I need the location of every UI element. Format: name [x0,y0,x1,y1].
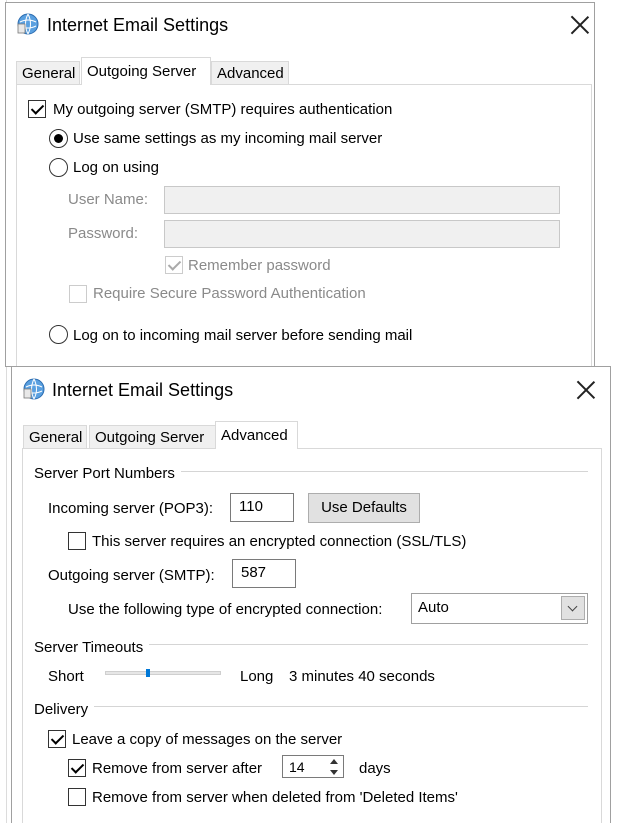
user-name-label: User Name: [68,191,149,208]
internet-email-settings-dialog-advanced: Internet Email Settings General Outgoing… [11,366,611,823]
smtp-auth-checkbox[interactable] [28,100,46,118]
leave-copy-checkbox[interactable] [48,730,66,748]
log-on-using-label: Log on using [73,159,159,176]
use-same-settings-label: Use same settings as my incoming mail se… [73,130,383,147]
user-name-input[interactable] [164,186,560,214]
tab-advanced[interactable]: Advanced [211,61,289,85]
timeout-slider-thumb[interactable] [146,669,150,677]
log-on-using-radio[interactable] [49,158,68,177]
delivery-heading: Delivery [34,701,95,718]
password-input[interactable] [164,220,560,248]
remove-after-checkbox[interactable] [68,759,86,777]
dialog-title: Internet Email Settings [52,380,234,400]
group-separator [173,471,588,472]
incoming-server-label: Incoming server (POP3): [48,500,214,517]
tab-outgoing-server[interactable]: Outgoing Server [81,57,211,85]
require-spa-checkbox[interactable] [69,285,87,303]
timeout-value: 3 minutes 40 seconds [289,668,435,685]
group-separator [141,644,588,645]
tab-panel-advanced: Server Port Numbers Incoming server (POP… [22,448,602,823]
days-label: days [359,760,391,777]
timeout-short-label: Short [48,668,84,685]
incoming-ssl-label: This server requires an encrypted connec… [92,533,467,550]
leave-copy-label: Leave a copy of messages on the server [72,731,343,748]
incoming-ssl-checkbox[interactable] [68,532,86,550]
outlook-globe-icon [17,13,39,35]
title-bar: Internet Email Settings [12,367,610,411]
remember-password-label: Remember password [188,257,331,274]
stepper-up-icon[interactable] [325,756,343,767]
use-same-settings-radio[interactable] [49,129,68,148]
outgoing-port-input[interactable]: 587 [232,559,296,588]
remove-deleted-checkbox[interactable] [68,788,86,806]
incoming-port-input[interactable]: 110 [230,493,294,522]
close-button[interactable] [570,15,590,35]
tab-outgoing-server[interactable]: Outgoing Server [89,425,217,449]
stepper-down-icon[interactable] [325,767,343,778]
title-bar: Internet Email Settings [6,3,594,47]
server-timeouts-heading: Server Timeouts [34,639,150,656]
remove-deleted-label: Remove from server when deleted from 'De… [92,789,458,806]
timeout-long-label: Long [240,668,274,685]
use-defaults-button[interactable]: Use Defaults [308,493,420,523]
encryption-type-label: Use the following type of encrypted conn… [68,601,383,618]
log-on-incoming-label: Log on to incoming mail server before se… [73,327,413,344]
internet-email-settings-dialog-outgoing: Internet Email Settings General Outgoing… [5,2,595,367]
require-spa-label: Require Secure Password Authentication [93,285,366,302]
encryption-type-value: Auto [418,599,449,616]
group-separator [93,706,588,707]
log-on-incoming-radio[interactable] [49,325,68,344]
remember-password-checkbox[interactable] [165,256,183,274]
outlook-globe-icon [23,378,45,400]
remove-days-value: 14 [289,759,305,775]
remove-after-label: Remove from server after [92,760,263,777]
outgoing-server-label: Outgoing server (SMTP): [48,567,215,584]
tab-panel-outgoing-server: My outgoing server (SMTP) requires authe… [16,84,592,366]
password-label: Password: [68,225,139,242]
encryption-type-select[interactable]: Auto [411,593,588,624]
tab-general[interactable]: General [23,425,87,449]
server-port-numbers-heading: Server Port Numbers [34,465,181,482]
smtp-auth-label: My outgoing server (SMTP) requires authe… [53,101,393,118]
timeout-slider-track[interactable] [105,669,221,677]
tab-general[interactable]: General [16,61,80,85]
remove-days-stepper[interactable]: 14 [282,755,344,778]
dialog-title: Internet Email Settings [47,15,229,35]
close-button[interactable] [576,380,596,400]
tab-advanced[interactable]: Advanced [215,421,298,449]
chevron-down-icon[interactable] [561,596,585,620]
